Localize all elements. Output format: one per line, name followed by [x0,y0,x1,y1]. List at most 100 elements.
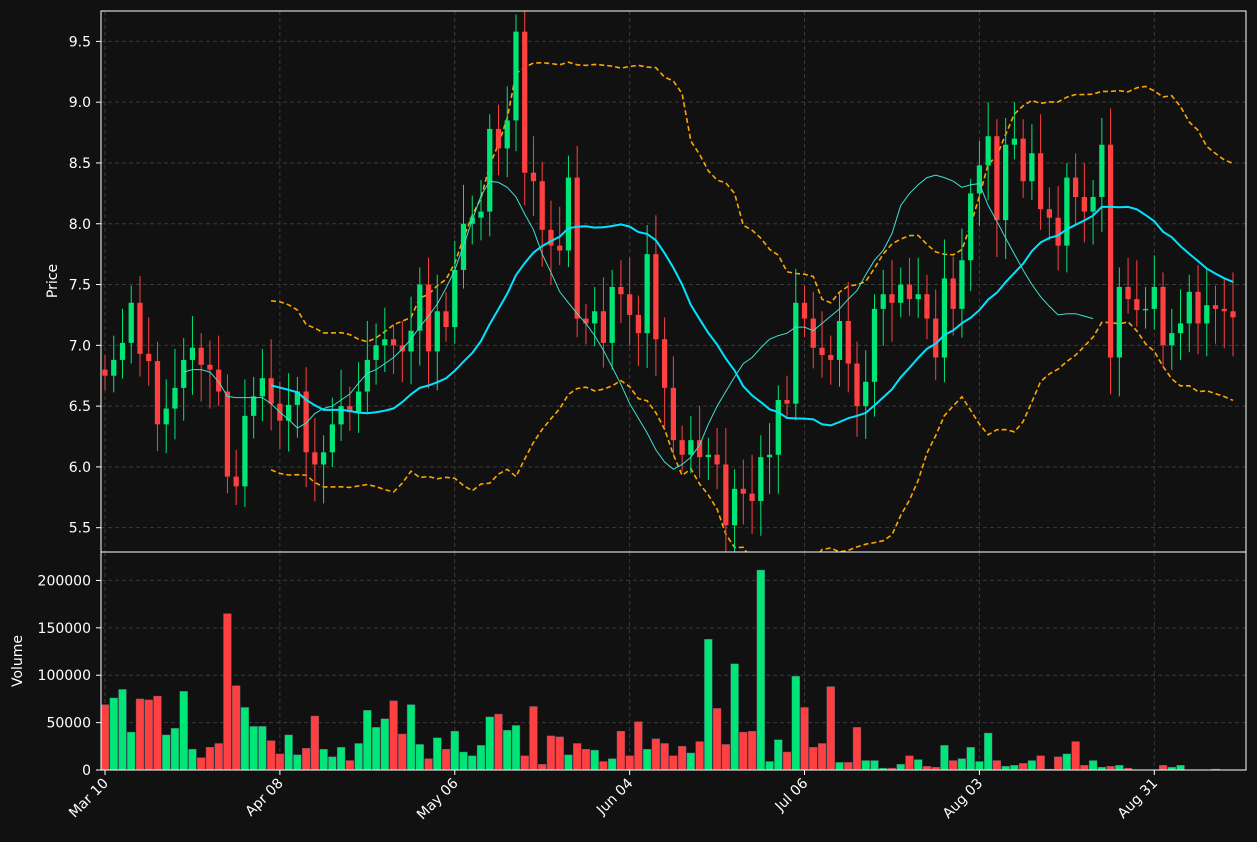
volume-bar [712,708,722,771]
volume-bar [564,754,573,771]
volume-bar [914,759,923,771]
volume-bar [1019,763,1028,771]
volume-bar [398,733,407,771]
candle-body [644,254,650,334]
volume-bar [485,716,494,771]
candle-body [189,347,196,360]
volume-bar [1027,760,1037,771]
candle-body [181,359,187,388]
volume-bar [756,569,765,771]
volume-bar [765,761,774,771]
volume-bar [170,728,180,771]
volume-bar [809,747,818,771]
candle-body [1116,286,1122,358]
volume-bar [1088,760,1098,771]
candle-body [1195,291,1201,324]
volume-bar [354,743,363,771]
volume-tick-label: 200000 [38,573,91,589]
candle-body [854,363,860,407]
candle-body [111,359,117,376]
volume-tick-label: 100000 [38,668,91,684]
volume-bar [992,760,1002,771]
volume-bar [677,746,687,771]
volume-bar [1115,765,1124,771]
volume-bar [293,754,302,771]
candle-body [662,339,668,388]
candle-body [784,400,790,404]
volume-bar [546,735,556,771]
volume-bar [301,748,311,771]
candle-body [766,454,773,458]
candle-body [775,400,781,455]
volume-bar [695,741,704,771]
volume-bar [730,663,739,771]
candle-body [390,339,397,346]
volume-bar [975,761,984,771]
volume-bar [616,730,626,771]
volume-tick-label: 50000 [46,716,91,732]
candle-body [1204,305,1210,324]
volume-bar [267,740,276,771]
volume-bar [205,747,215,771]
candle-body [146,353,152,362]
candle-body [1020,138,1026,182]
candle-body [1169,333,1175,346]
volume-bar [1036,755,1045,771]
candle-body [163,408,169,425]
volume-bar [179,691,188,771]
candle-body [1029,153,1035,182]
candle-body [1072,177,1079,198]
volume-bar [100,704,110,771]
volume-bar [240,707,250,771]
volume-bar [424,758,433,771]
candle-body [355,391,362,413]
volume-bar [739,731,748,771]
volume-bar [284,734,293,771]
candle-body [259,378,266,397]
candle-body [329,424,335,453]
candle-body [819,347,825,356]
volume-bar [144,699,153,771]
candle-body [522,31,528,173]
volume-bar [319,748,328,771]
volume-bar [415,744,424,771]
volume-bar [188,748,197,771]
volume-tick-label: 150000 [38,621,91,637]
volume-bar [747,730,757,771]
candle-body [933,318,939,358]
candle-body [487,128,493,212]
candle-body [758,457,764,501]
candle-body [373,345,379,360]
candle-body [1142,308,1149,311]
candle-body [242,415,248,487]
volume-bar [669,755,678,771]
candle-body [382,339,388,346]
candle-body [740,488,746,494]
volume-bar [275,753,285,771]
volume-bar [118,689,127,771]
volume-bar [135,698,145,771]
volume-bar [1176,765,1185,771]
volume-bar [336,747,346,771]
candle-body [1046,209,1052,218]
candle-body [495,128,502,149]
candle-body [1221,308,1227,312]
candle-body [172,387,178,409]
volume-bar [249,726,258,771]
candle-body [251,396,257,416]
volume-bar [949,760,958,771]
candle-body [696,440,703,458]
volume-bar [109,697,118,771]
candle-body [793,302,799,404]
volume-bar [363,710,372,771]
volume-bar [940,745,949,771]
volume-bar [127,731,136,771]
candle-body [452,269,458,328]
volume-bar [599,761,608,771]
volume-bar [406,704,416,771]
candle-body [994,136,1000,221]
volume-bar [782,751,792,771]
candle-body [320,452,327,465]
price-tick-label: 8.5 [69,156,91,172]
price-tick-label: 7.0 [69,338,91,354]
